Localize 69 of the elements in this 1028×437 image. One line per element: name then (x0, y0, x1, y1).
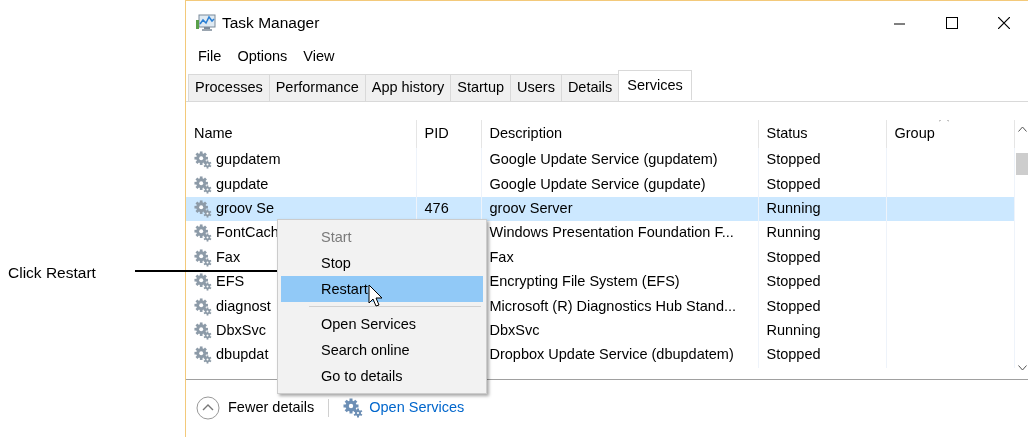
menu-item[interactable]: Restart (281, 276, 483, 302)
status-text: Running (766, 322, 821, 339)
status-text: Running (766, 224, 821, 241)
pid-text: 476 (424, 200, 449, 217)
description-text: DbxSvc (489, 322, 540, 339)
tab[interactable]: Processes (188, 74, 270, 101)
status-text: Stopped (766, 248, 821, 265)
description-text: Microsoft (R) Diagnostics Hub Stand... (489, 297, 737, 314)
close-icon (997, 17, 1010, 29)
service-name: Fax (216, 247, 241, 267)
description-text: Dropbox Update Service (dbupdatem) (489, 346, 734, 363)
description-text: Fax (489, 248, 514, 265)
gear-icon (194, 199, 212, 218)
service-name: dbupdat (216, 345, 269, 365)
scroll-up-icon[interactable] (1017, 126, 1027, 132)
service-name: groov Se (216, 199, 275, 219)
gear-icon (194, 151, 212, 170)
fewer-details-button[interactable]: Fewer details (228, 397, 315, 419)
table-row[interactable]: gupdate Google Update Service (gupdate) Stopped (186, 172, 1014, 197)
menu-item[interactable]: Options (229, 46, 296, 68)
column-header[interactable]: PID (424, 125, 449, 142)
column-header[interactable]: Group (894, 125, 935, 142)
scrollbar-thumb[interactable] (1016, 153, 1028, 175)
description-text: Windows Presentation Foundation F... (489, 224, 734, 241)
gear-icon (194, 175, 212, 194)
gear-icon (194, 346, 212, 365)
column-header[interactable]: Name (194, 125, 233, 142)
service-name: diagnost (216, 296, 271, 316)
tab[interactable]: Users (510, 74, 562, 101)
gear-icon (194, 297, 212, 316)
monitor-chart-icon (196, 14, 216, 32)
table-row[interactable]: groov Se 476 groov Server Running (186, 196, 1014, 222)
description-text: Google Update Service (gupdate) (489, 175, 706, 192)
service-name: gupdate (216, 174, 269, 194)
status-text: Stopped (766, 151, 821, 168)
column-header[interactable]: Description (489, 125, 563, 142)
description-text: Google Update Service (gupdatem) (489, 151, 718, 168)
tab[interactable]: Services (618, 70, 692, 100)
gear-icon (343, 398, 364, 418)
cursor-icon (368, 284, 384, 308)
tab[interactable]: App history (364, 74, 452, 101)
status-text: Stopped (766, 346, 821, 363)
window-title: Task Manager (222, 13, 320, 34)
callout-label: Click Restart (8, 263, 96, 283)
gear-icon (194, 248, 212, 267)
open-services-link[interactable]: Open Services (343, 397, 465, 419)
service-name: DbxSvc (216, 321, 266, 341)
status-text: Stopped (766, 297, 821, 314)
menu-item[interactable]: File (190, 46, 230, 68)
service-name: FontCach (216, 223, 279, 243)
description-text: groov Server (489, 200, 573, 217)
gear-icon (194, 321, 212, 340)
tab[interactable]: Details (560, 74, 620, 101)
gear-icon (194, 224, 212, 243)
status-text: Stopped (766, 273, 821, 290)
service-name: gupdatem (216, 150, 281, 170)
status-text: Running (766, 200, 821, 217)
column-header[interactable]: Status (766, 125, 808, 142)
tab[interactable]: Performance (268, 74, 366, 101)
scroll-down-icon[interactable] (1017, 365, 1027, 371)
tab[interactable]: Startup (450, 74, 511, 101)
service-name: EFS (216, 272, 245, 292)
description-text: Encrypting File System (EFS) (489, 273, 680, 290)
collapse-icon[interactable] (196, 396, 220, 420)
maximize-icon (945, 17, 958, 29)
menu-item[interactable]: View (295, 46, 343, 68)
gear-icon (194, 273, 212, 292)
status-text: Stopped (766, 175, 821, 192)
table-row[interactable]: gupdatem Google Update Service (gupdatem) Stopped (186, 148, 1014, 173)
